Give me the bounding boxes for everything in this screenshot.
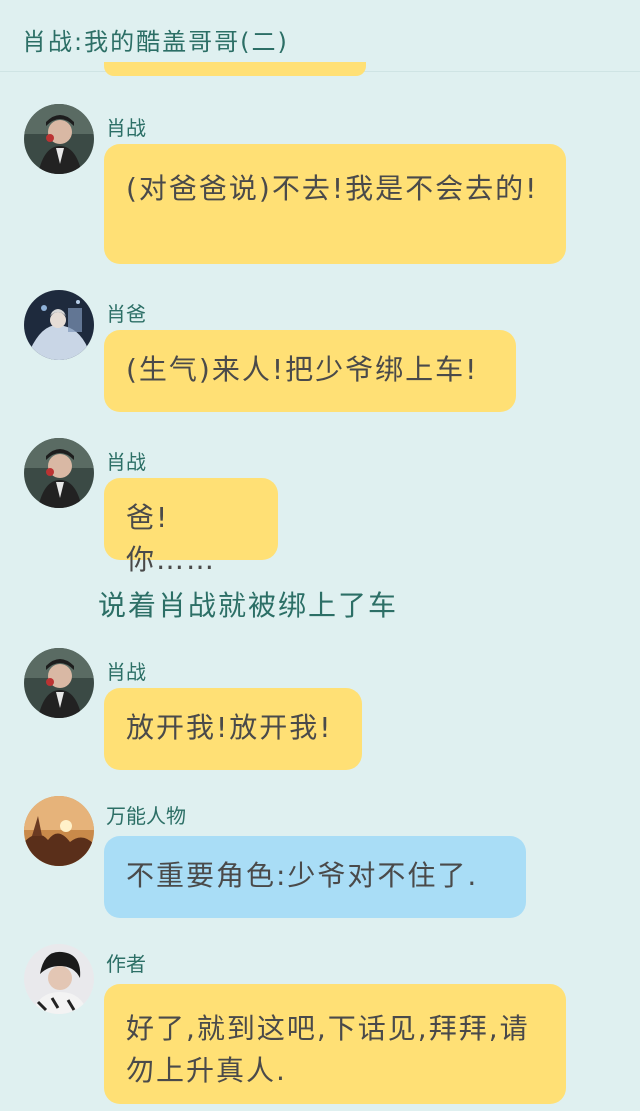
sender-name: 肖战 (106, 660, 146, 684)
avatar-xiao-zhan-icon[interactable] (24, 438, 94, 508)
message-bubble[interactable]: (对爸爸说)不去!我是不会去的! (104, 144, 566, 264)
message-bubble[interactable]: 好了,就到这吧,下话见,拜拜,请勿上升真人. (104, 984, 566, 1104)
message-bubble[interactable]: 爸!你…… (104, 478, 278, 576)
message-bubble[interactable]: 不重要角色:少爷对不住了. (104, 836, 526, 918)
sender-name: 作者 (106, 952, 146, 976)
avatar-xiao-zhan-icon[interactable] (24, 648, 94, 718)
sender-name: 万能人物 (106, 804, 186, 828)
previous-message-bubble (104, 62, 366, 76)
message-bubble[interactable]: (生气)来人!把少爷绑上车! (104, 330, 516, 412)
avatar-xiao-zhan-icon[interactable] (24, 104, 94, 174)
sender-name: 肖战 (106, 450, 146, 474)
avatar-author-icon[interactable] (24, 944, 94, 1014)
message-bubble[interactable]: 放开我!放开我! (104, 688, 362, 770)
chat-title: 肖战:我的酷盖哥哥(二) (22, 28, 289, 56)
sender-name: 肖战 (106, 116, 146, 140)
avatar-xiao-ba-icon[interactable] (24, 290, 94, 360)
sender-name: 肖爸 (106, 302, 146, 326)
narration-text: 说着肖战就被绑上了车 (98, 589, 399, 622)
avatar-sunset-icon[interactable] (24, 796, 94, 866)
